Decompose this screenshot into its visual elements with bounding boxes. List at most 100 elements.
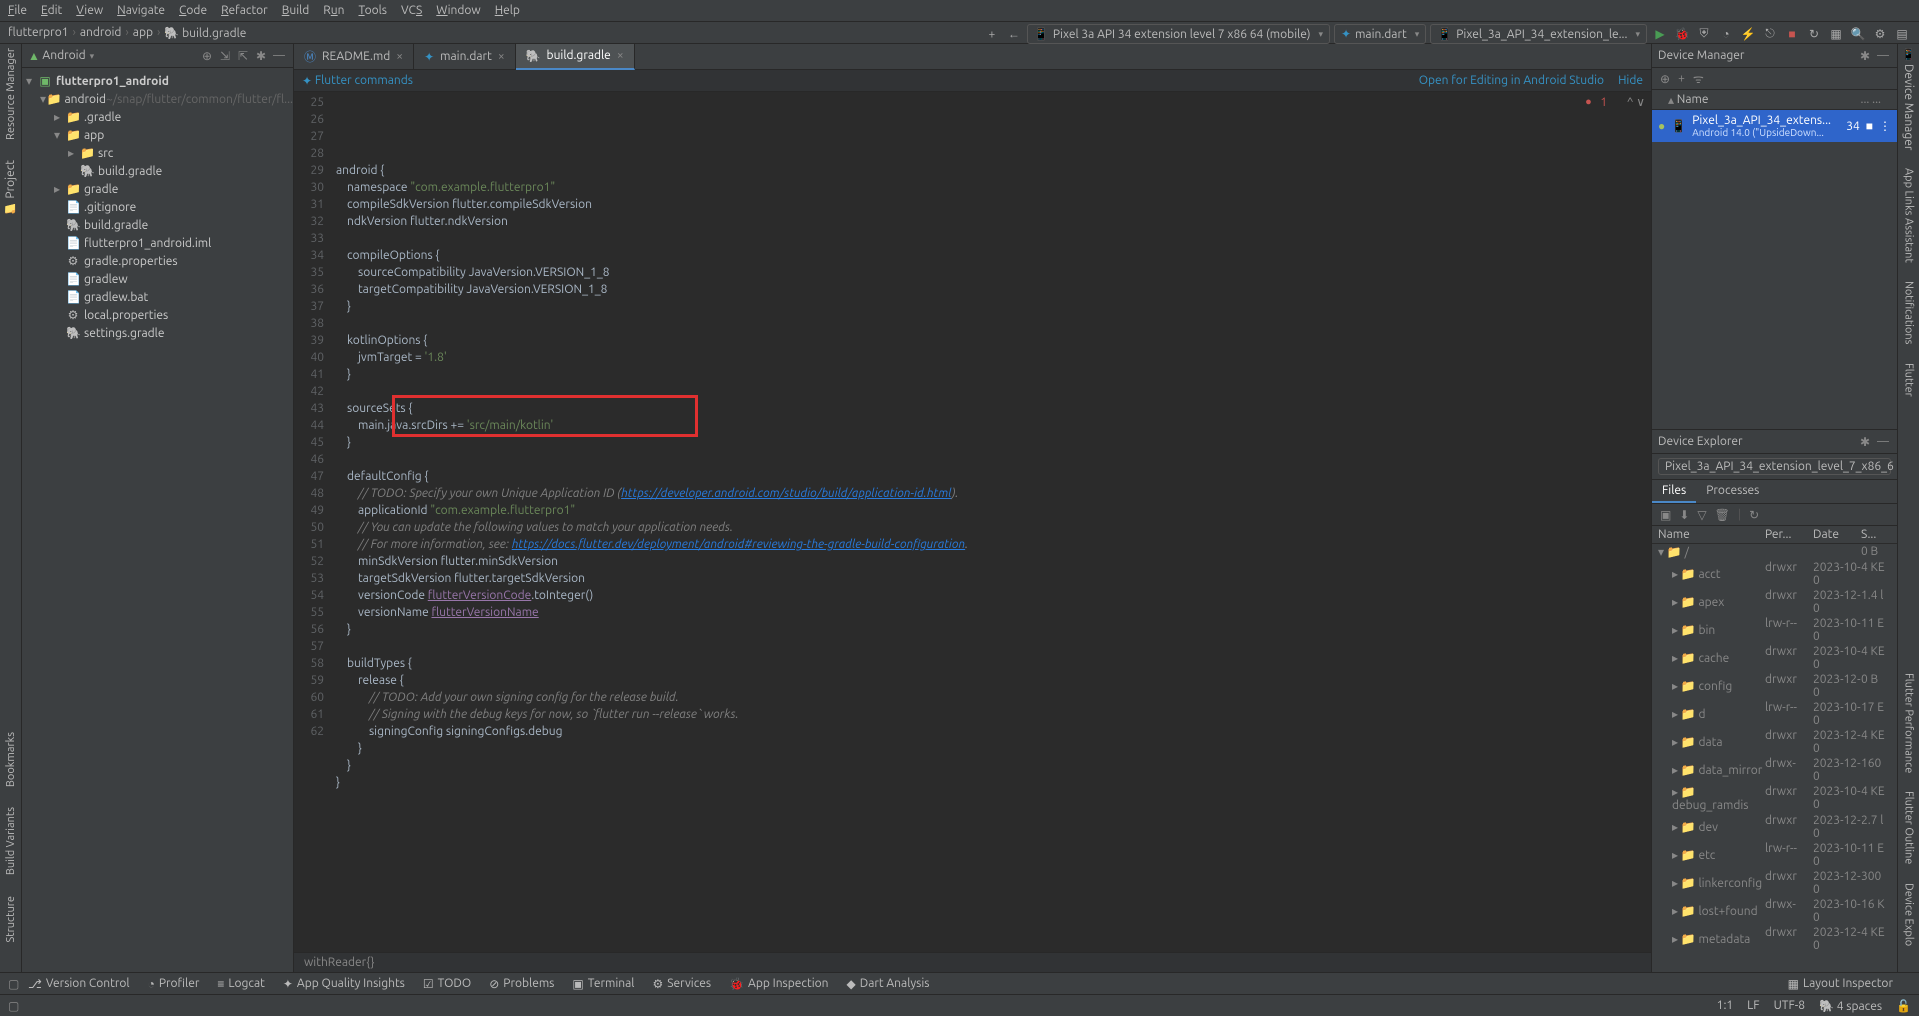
tab-readme[interactable]: ⓂREADME.md×: [294, 44, 414, 70]
settings-icon[interactable]: ⚙: [1871, 25, 1889, 43]
tw-app-inspection[interactable]: 🐞 App Inspection: [729, 977, 828, 991]
menu-file[interactable]: File: [8, 4, 27, 17]
dm-settings-icon[interactable]: ✱: [1857, 48, 1873, 64]
open-in-studio-link[interactable]: Open for Editing in Android Studio: [1419, 74, 1604, 87]
avd-icon[interactable]: ▦: [1827, 25, 1845, 43]
device-row[interactable]: ● 📱 Pixel_3a_API_34_extens... Android 14…: [1652, 110, 1897, 142]
menu-navigate[interactable]: Navigate: [117, 4, 165, 17]
project-view-mode[interactable]: Android: [42, 49, 94, 62]
code-editor[interactable]: 2526272829303132333435363738394041424344…: [294, 92, 1651, 952]
attach-icon[interactable]: ⎋: [1761, 25, 1779, 43]
run-icon[interactable]: ▶: [1651, 25, 1669, 43]
menu-edit[interactable]: Edit: [41, 4, 62, 17]
sync-icon[interactable]: ↻: [1805, 25, 1823, 43]
dm-add-icon[interactable]: +: [1678, 72, 1685, 85]
menu-window[interactable]: Window: [436, 4, 480, 17]
dm-hide-icon[interactable]: —: [1875, 48, 1891, 64]
tab-build-gradle[interactable]: 🐘build.gradle×: [516, 44, 635, 70]
collapse-icon[interactable]: ⇱: [235, 48, 251, 64]
encoding[interactable]: UTF-8: [1774, 999, 1805, 1013]
tool-project[interactable]: 📁 Project: [4, 160, 17, 215]
tool-device-manager[interactable]: 📱 Device Manager: [1902, 48, 1915, 150]
crumb[interactable]: flutterpro1: [8, 26, 69, 39]
de-delete-icon[interactable]: 🗑: [1715, 508, 1730, 522]
device-explorer-title: Device Explorer: [1658, 435, 1743, 448]
menu-view[interactable]: View: [76, 4, 103, 17]
tool-bookmarks[interactable]: Bookmarks: [5, 732, 17, 787]
expand-icon[interactable]: ⇲: [217, 48, 233, 64]
flutter-commands-link[interactable]: Flutter commands: [315, 74, 413, 87]
de-tab-files[interactable]: Files: [1652, 480, 1696, 503]
project-tree[interactable]: ▾▣flutterpro1_android ▾📁android ~/snap/f…: [22, 68, 293, 346]
dm-stop-icon[interactable]: ■: [1866, 119, 1873, 133]
add-config-icon[interactable]: +: [983, 25, 1001, 43]
tw-app-quality[interactable]: ✦ App Quality Insights: [283, 977, 405, 991]
tool-notifications[interactable]: Notifications: [1903, 281, 1915, 344]
search-icon[interactable]: 🔍: [1849, 25, 1867, 43]
hide-icon[interactable]: —: [271, 48, 287, 64]
debug-icon[interactable]: 🐞: [1673, 25, 1691, 43]
menu-vcs[interactable]: VCS: [401, 4, 422, 17]
run-config-device[interactable]: 📱 Pixel_3a_API_34_extension_le...: [1430, 24, 1647, 44]
dm-menu-icon[interactable]: ⋮: [1879, 119, 1891, 133]
device-explorer-selector[interactable]: Pixel_3a_API_34_extension_level_7_x86_6: [1658, 458, 1891, 475]
device-manager-title: Device Manager: [1658, 49, 1744, 62]
menu-refactor[interactable]: Refactor: [221, 4, 268, 17]
tw-todo[interactable]: ☑ TODO: [423, 977, 471, 991]
tool-structure[interactable]: Structure: [5, 896, 17, 943]
run-config-main[interactable]: ✦ main.dart: [1334, 24, 1426, 44]
line-separator[interactable]: LF: [1747, 999, 1759, 1013]
menu-build[interactable]: Build: [282, 4, 310, 17]
back-icon[interactable]: ←: [1005, 25, 1023, 43]
hot-reload-icon[interactable]: ⚡: [1739, 25, 1757, 43]
tool-app-links[interactable]: App Links Assistant: [1903, 168, 1915, 263]
de-download-icon[interactable]: ⬇: [1679, 508, 1689, 522]
dm-wifi-icon[interactable]: ᯤ: [1693, 70, 1704, 87]
indent-info[interactable]: 🐘 4 spaces: [1819, 999, 1882, 1013]
de-filter-icon[interactable]: ▽: [1697, 508, 1706, 522]
line-gutter: 2526272829303132333435363738394041424344…: [294, 92, 330, 952]
more-icon[interactable]: ▤: [1893, 25, 1911, 43]
tw-problems[interactable]: ⊘ Problems: [489, 977, 554, 991]
menu-help[interactable]: Help: [495, 4, 520, 17]
read-only-icon[interactable]: 🔓: [1896, 999, 1911, 1013]
tool-build-variants[interactable]: Build Variants: [5, 807, 17, 875]
tool-flutter-perf[interactable]: Flutter Performance: [1903, 673, 1915, 773]
coverage-icon[interactable]: ⛨: [1695, 25, 1713, 43]
stop-icon[interactable]: ■: [1783, 25, 1801, 43]
menu-run[interactable]: Run: [323, 4, 344, 17]
tool-flutter[interactable]: Flutter: [1903, 363, 1915, 397]
tool-flutter-outline[interactable]: Flutter Outline: [1903, 791, 1915, 864]
tw-profiler[interactable]: ◔ Profiler: [148, 977, 200, 991]
error-indicator[interactable]: ● 1 ^ ∨: [1585, 94, 1645, 111]
menu-tools[interactable]: Tools: [359, 4, 388, 17]
target-icon[interactable]: ⊕: [199, 48, 215, 64]
hide-bar-link[interactable]: Hide: [1618, 74, 1643, 87]
tool-device-explorer[interactable]: Device Explo: [1903, 883, 1915, 946]
device-selector[interactable]: 📱 Pixel 3a API 34 extension level 7 x86 …: [1027, 24, 1330, 44]
de-hide-icon[interactable]: —: [1875, 434, 1891, 450]
profile-icon[interactable]: ◔: [1717, 25, 1735, 43]
tw-services[interactable]: ⚙ Services: [652, 977, 711, 991]
de-new-icon[interactable]: ▣: [1660, 508, 1671, 522]
flutter-cmd-bar: ✦ Flutter commands Open for Editing in A…: [294, 70, 1651, 92]
tw-logcat[interactable]: ≡ Logcat: [217, 977, 264, 991]
project-tool-window: ▲ Android ⊕ ⇲ ⇱ ✱ — ▾▣flutterpro1_androi…: [22, 44, 294, 972]
menu-code[interactable]: Code: [179, 4, 207, 17]
crumb[interactable]: app: [133, 26, 153, 39]
crumb[interactable]: android: [80, 26, 122, 39]
tw-dart-analysis[interactable]: ◆ Dart Analysis: [847, 977, 930, 991]
dm-toolbtn[interactable]: ⊕: [1660, 72, 1670, 86]
device-file-tree[interactable]: NamePer...DateS... ▾ 📁 /0 B▸ 📁 acctdrwxr…: [1652, 526, 1897, 953]
de-sync-icon[interactable]: ↻: [1749, 508, 1759, 522]
tool-resource-manager[interactable]: Resource Manager: [5, 48, 17, 140]
crumb[interactable]: 🐘 build.gradle: [164, 26, 246, 40]
settings-icon[interactable]: ✱: [253, 48, 269, 64]
de-tab-processes[interactable]: Processes: [1696, 480, 1769, 503]
tab-main-dart[interactable]: ✦main.dart×: [414, 44, 516, 70]
de-settings-icon[interactable]: ✱: [1857, 434, 1873, 450]
caret-position[interactable]: 1:1: [1717, 999, 1734, 1013]
tw-layout-inspector[interactable]: ▦ Layout Inspector: [1788, 977, 1893, 991]
tw-terminal[interactable]: ▣ Terminal: [572, 977, 634, 991]
tw-version-control[interactable]: ⎇ Version Control: [28, 977, 130, 991]
